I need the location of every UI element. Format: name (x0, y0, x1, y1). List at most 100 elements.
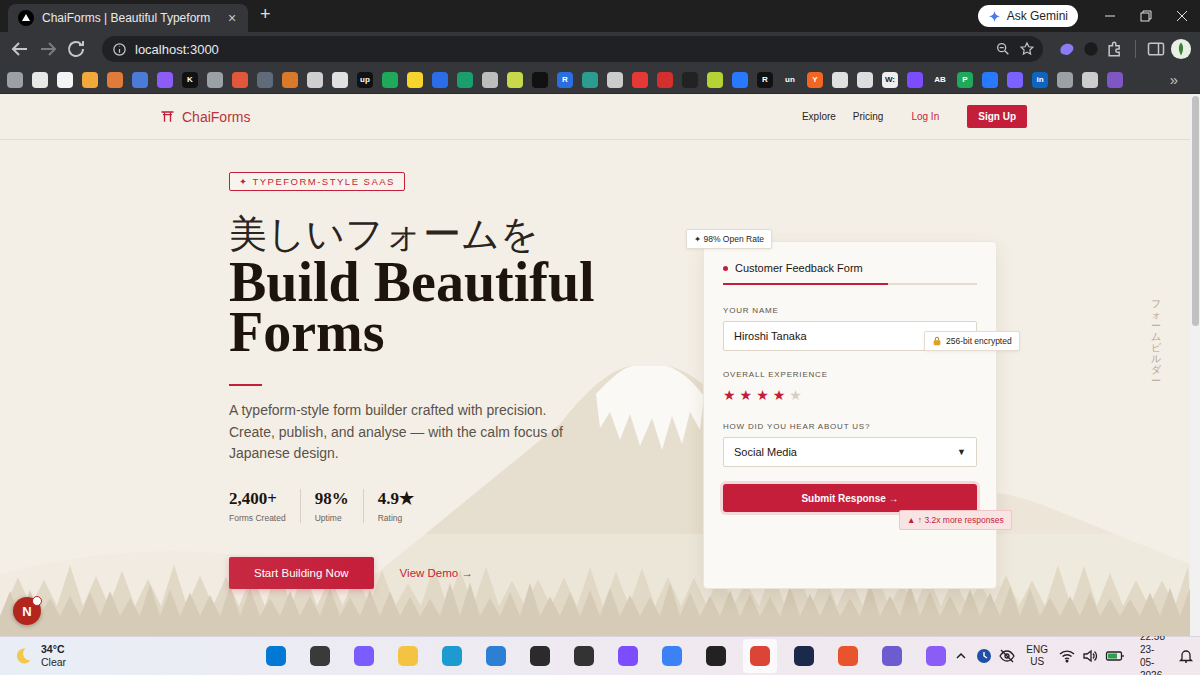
signup-button[interactable]: Sign Up (967, 105, 1027, 128)
eye-off-icon[interactable] (999, 648, 1015, 664)
reload-icon[interactable] (64, 37, 88, 61)
bookmark[interactable]: R (557, 72, 573, 88)
bookmark[interactable]: W: (882, 72, 898, 88)
bookmark[interactable] (607, 72, 623, 88)
taskbar-app[interactable] (523, 639, 557, 673)
bookmark[interactable] (32, 72, 48, 88)
profile-avatar-icon[interactable] (1170, 38, 1192, 60)
submit-button[interactable]: Submit Response → (723, 484, 977, 512)
url-text[interactable]: localhost:3000 (135, 42, 987, 57)
bookmark[interactable] (207, 72, 223, 88)
bookmark[interactable] (457, 72, 473, 88)
bookmark[interactable] (432, 72, 448, 88)
taskbar-app[interactable] (655, 639, 689, 673)
bookmark[interactable]: in (1032, 72, 1048, 88)
minimize-icon[interactable] (1092, 0, 1128, 32)
taskbar-app[interactable] (391, 639, 425, 673)
login-link[interactable]: Log In (911, 111, 939, 122)
bookmark[interactable]: Y (807, 72, 823, 88)
taskbar-app[interactable] (875, 639, 909, 673)
bookmark[interactable] (232, 72, 248, 88)
star-icon[interactable]: ★ (773, 387, 786, 403)
star-icon[interactable]: ★ (756, 387, 769, 403)
bookmark[interactable]: un (782, 72, 798, 88)
extension-circle-icon[interactable] (1081, 39, 1101, 59)
side-panel-icon[interactable] (1146, 39, 1166, 59)
bookmark[interactable] (107, 72, 123, 88)
weather-widget[interactable]: 34°CClear (0, 643, 259, 669)
zoom-icon[interactable] (995, 41, 1011, 57)
bookmark[interactable] (7, 72, 23, 88)
bookmark[interactable] (907, 72, 923, 88)
volume-icon[interactable] (1082, 648, 1098, 664)
bookmark[interactable] (82, 72, 98, 88)
star-icon[interactable]: ★ (789, 387, 802, 403)
chevron-up-icon[interactable] (953, 648, 969, 664)
restore-icon[interactable] (1128, 0, 1164, 32)
bookmark[interactable] (507, 72, 523, 88)
close-window-icon[interactable] (1164, 0, 1200, 32)
address-bar[interactable]: localhost:3000 (102, 36, 1043, 62)
star-icon[interactable]: ★ (723, 387, 736, 403)
bookmark[interactable] (307, 72, 323, 88)
clock[interactable]: 22:5823-05-2026 (1140, 630, 1165, 675)
bookmark[interactable] (857, 72, 873, 88)
more-bookmarks-button[interactable]: » (1170, 71, 1192, 88)
scrollbar-thumb[interactable] (1192, 96, 1199, 326)
bookmark[interactable] (332, 72, 348, 88)
bookmark[interactable] (157, 72, 173, 88)
bell-icon[interactable] (1178, 648, 1194, 664)
taskbar-app[interactable] (435, 639, 469, 673)
bookmark[interactable] (257, 72, 273, 88)
taskbar-app[interactable] (831, 639, 865, 673)
start-building-button[interactable]: Start Building Now (229, 557, 374, 589)
clock-app-icon[interactable] (976, 648, 992, 664)
bookmark[interactable] (582, 72, 598, 88)
bookmark[interactable] (732, 72, 748, 88)
bookmark[interactable] (657, 72, 673, 88)
language-indicator[interactable]: ENGUS (1026, 644, 1048, 668)
bookmark[interactable] (482, 72, 498, 88)
nav-link[interactable]: Pricing (853, 111, 884, 122)
bookmark[interactable] (1107, 72, 1123, 88)
back-arrow-icon[interactable] (8, 37, 32, 61)
taskbar-app[interactable] (919, 639, 953, 673)
taskbar-app[interactable] (347, 639, 381, 673)
forward-arrow-icon[interactable] (36, 37, 60, 61)
bookmark[interactable] (682, 72, 698, 88)
bookmark[interactable] (1082, 72, 1098, 88)
bookmark[interactable] (132, 72, 148, 88)
wifi-icon[interactable] (1059, 648, 1075, 664)
extensions-puzzle-icon[interactable] (1105, 39, 1125, 59)
bookmark[interactable] (407, 72, 423, 88)
taskbar-app[interactable] (303, 639, 337, 673)
bookmark[interactable]: R (757, 72, 773, 88)
new-tab-button[interactable]: + (260, 4, 271, 25)
bookmark[interactable] (382, 72, 398, 88)
taskbar-app[interactable] (567, 639, 601, 673)
source-select[interactable]: Social Media▼ (723, 437, 977, 467)
view-demo-link[interactable]: View Demo → (400, 567, 473, 579)
taskbar-app[interactable] (259, 639, 293, 673)
bookmark[interactable] (282, 72, 298, 88)
gemini-button[interactable]: Ask Gemini (978, 5, 1078, 27)
bookmark[interactable]: AB (932, 72, 948, 88)
bookmark[interactable] (632, 72, 648, 88)
bookmark[interactable] (707, 72, 723, 88)
bookmark[interactable]: P (957, 72, 973, 88)
dev-indicator[interactable]: N (13, 597, 41, 625)
bookmark[interactable] (1007, 72, 1023, 88)
site-info-icon[interactable] (112, 42, 127, 57)
bookmark[interactable] (532, 72, 548, 88)
taskbar-app[interactable] (787, 639, 821, 673)
star-icon[interactable]: ★ (740, 387, 753, 403)
bookmark[interactable]: K (182, 72, 198, 88)
taskbar-app[interactable] (743, 639, 777, 673)
tab-close-button[interactable]: × (224, 10, 240, 26)
bookmark[interactable] (1057, 72, 1073, 88)
taskbar-app[interactable] (699, 639, 733, 673)
logo[interactable]: ChaiForms (160, 109, 250, 125)
rating[interactable]: ★★★★★ (723, 387, 977, 403)
taskbar-app[interactable] (611, 639, 645, 673)
bookmark-star-icon[interactable] (1019, 41, 1035, 57)
